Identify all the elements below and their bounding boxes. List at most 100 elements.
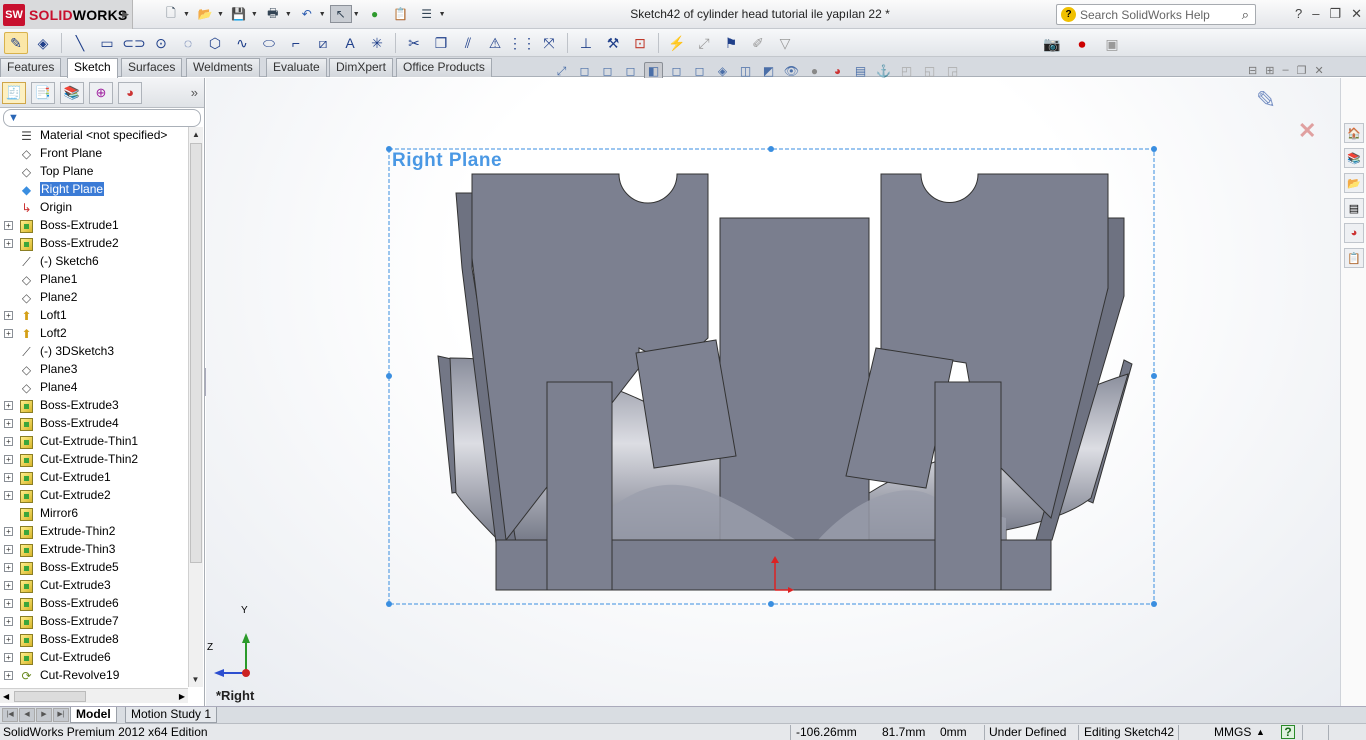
polygon-icon[interactable]: ⬡ (203, 32, 227, 54)
rectangle-icon[interactable]: ▭ (95, 32, 119, 54)
tab-sketch[interactable]: Sketch (67, 58, 118, 78)
expand-icon[interactable]: + (4, 671, 13, 680)
tab-office-products[interactable]: Office Products (396, 58, 492, 77)
tree-item-boss-extrude2[interactable]: + Boss-Extrude2 (0, 235, 188, 253)
tree-item-cut-extrude2[interactable]: + Cut-Extrude2 (0, 487, 188, 505)
line-icon[interactable]: ╲ (68, 32, 92, 54)
point-icon[interactable]: ✳ (365, 32, 389, 54)
offset-icon[interactable]: ⫽ (456, 32, 480, 54)
feature-manager-tab-icon[interactable]: 🧾 (2, 81, 26, 104)
chevron-down-icon[interactable]: ▼ (251, 11, 258, 18)
tree-item-boss-extrude7[interactable]: + Boss-Extrude7 (0, 613, 188, 631)
tree-filter[interactable]: ▼ (3, 109, 201, 127)
quick-snaps-icon[interactable]: ⊡ (628, 32, 652, 54)
view-palette-icon[interactable]: ▤ (1344, 198, 1364, 218)
tab-model[interactable]: Model (70, 707, 117, 723)
graphics-area[interactable]: ✎ ✕ Right Plane Y Z *Right (206, 78, 1340, 706)
tree-item-sketch6[interactable]: ⟋ (-) Sketch6 (0, 253, 188, 271)
tree-item-plane3[interactable]: ◇ Plane3 (0, 361, 188, 379)
render-icon[interactable]: ▣ (1100, 33, 1124, 55)
file-explorer-icon[interactable]: 📂 (1344, 173, 1364, 193)
circle-icon[interactable]: ⊙ (149, 32, 173, 54)
design-library-icon[interactable]: 📚 (1344, 148, 1364, 168)
spline-icon[interactable]: ∿ (230, 32, 254, 54)
tree-item-cut-extrude-thin1[interactable]: + Cut-Extrude-Thin1 (0, 433, 188, 451)
scroll-up-icon[interactable]: ▲ (189, 127, 203, 142)
tree-item-front-plane[interactable]: ◇ Front Plane (0, 145, 188, 163)
move-entities-icon[interactable]: ⤧ (537, 32, 561, 54)
rebuild-icon[interactable]: ● (364, 5, 386, 23)
tree-item-loft1[interactable]: + ⬆ Loft1 (0, 307, 188, 325)
scroll-thumb[interactable] (14, 691, 86, 702)
doc-close-icon[interactable]: ✕ (1314, 64, 1323, 77)
smart-dimension-icon[interactable]: ◈ (31, 32, 55, 54)
camera-icon[interactable]: 📷 (1040, 33, 1064, 55)
tree-item-plane2[interactable]: ◇ Plane2 (0, 289, 188, 307)
custom-properties-icon[interactable]: 📋 (1344, 248, 1364, 268)
display-manager-tab-icon[interactable]: ◕ (118, 81, 142, 104)
trim-icon[interactable]: ✂ (402, 32, 426, 54)
new-document-icon[interactable]: 🗋 (160, 5, 182, 23)
expand-icon[interactable]: + (4, 617, 13, 626)
chevron-down-icon[interactable]: ▼ (353, 11, 360, 18)
tree-item-plane4[interactable]: ◇ Plane4 (0, 379, 188, 397)
doc-minimize-icon[interactable]: – (1282, 64, 1288, 77)
configuration-manager-tab-icon[interactable]: 📚 (60, 81, 84, 104)
tile-vertical-icon[interactable]: ⊞ (1265, 64, 1274, 77)
expand-icon[interactable]: + (4, 527, 13, 536)
record-icon[interactable]: ⏺ (1070, 33, 1094, 55)
chevron-down-icon[interactable]: ▼ (439, 11, 446, 18)
tree-item-extrude-thin3[interactable]: + Extrude-Thin3 (0, 541, 188, 559)
tree-item-boss-extrude6[interactable]: + Boss-Extrude6 (0, 595, 188, 613)
undo-icon[interactable]: ↶ (296, 5, 318, 23)
tree-item-cut-extrude6[interactable]: + Cut-Extrude6 (0, 649, 188, 667)
tree-item-cut-revolve19[interactable]: + ⟳ Cut-Revolve19 (0, 667, 188, 685)
chevron-down-icon[interactable]: ▼ (319, 11, 326, 18)
tree-item-boss-extrude4[interactable]: + Boss-Extrude4 (0, 415, 188, 433)
scroll-down-icon[interactable]: ▼ (189, 672, 202, 687)
filter-icon[interactable]: ▽ (773, 32, 797, 54)
expand-icon[interactable]: + (4, 545, 13, 554)
tree-item-boss-extrude1[interactable]: + Boss-Extrude1 (0, 217, 188, 235)
tree-item-mirror6[interactable]: Mirror6 (0, 505, 188, 523)
tab-surfaces[interactable]: Surfaces (121, 58, 183, 77)
last-tab-icon[interactable]: ▶| (53, 708, 69, 722)
tree-item-cut-extrude-thin2[interactable]: + Cut-Extrude-Thin2 (0, 451, 188, 469)
expand-icon[interactable]: + (4, 491, 13, 500)
text-icon[interactable]: A (338, 32, 362, 54)
doc-restore-icon[interactable]: ❐ (1297, 64, 1307, 77)
sketch-ink-icon[interactable]: ✐ (746, 32, 770, 54)
exit-sketch-icon[interactable]: ✎ (4, 32, 28, 54)
tree-item-right-plane[interactable]: ◆ Right Plane (0, 181, 188, 199)
tree-item-boss-extrude8[interactable]: + Boss-Extrude8 (0, 631, 188, 649)
save-icon[interactable]: 💾 (228, 5, 250, 23)
tree-item-material-not-specified[interactable]: ☰ Material <not specified> (0, 127, 188, 145)
rapid-sketch-icon[interactable]: ⚡ (665, 32, 689, 54)
expand-icon[interactable]: + (4, 401, 13, 410)
tree-item-extrude-thin2[interactable]: + Extrude-Thin2 (0, 523, 188, 541)
unit-system[interactable]: MMGS (1214, 725, 1251, 740)
tree-item-cut-extrude1[interactable]: + Cut-Extrude1 (0, 469, 188, 487)
search-icon[interactable]: ⌕ (1242, 7, 1249, 23)
tree-item-origin[interactable]: ↳ Origin (0, 199, 188, 217)
expand-icon[interactable]: + (4, 311, 13, 320)
expand-icon[interactable]: + (4, 635, 13, 644)
arc-icon[interactable]: ◌ (176, 32, 200, 54)
ellipse-icon[interactable]: ⬭ (257, 32, 281, 54)
convert-entities-icon[interactable]: ❐ (429, 32, 453, 54)
expand-icon[interactable]: + (4, 473, 13, 482)
property-manager-tab-icon[interactable]: 📑 (31, 81, 55, 104)
expand-icon[interactable]: + (4, 329, 13, 338)
expand-icon[interactable]: + (4, 239, 13, 248)
shaded-sketch-icon[interactable]: ⚑ (719, 32, 743, 54)
linear-pattern-icon[interactable]: ⋮⋮ (508, 32, 536, 54)
restore-icon[interactable]: ❐ (1329, 6, 1341, 22)
scroll-left-icon[interactable]: ◀ (3, 692, 9, 701)
tab-motion-study-1[interactable]: Motion Study 1 (125, 707, 218, 723)
open-folder-icon[interactable]: 📂 (194, 5, 216, 23)
next-tab-icon[interactable]: ▶ (36, 708, 52, 722)
tree-item-cut-extrude3[interactable]: + Cut-Extrude3 (0, 577, 188, 595)
tree-vertical-scrollbar[interactable]: ▲ ▼ (188, 127, 203, 687)
appearances-icon[interactable]: ◕ (1344, 223, 1364, 243)
file-properties-icon[interactable]: 📋 (390, 5, 412, 23)
